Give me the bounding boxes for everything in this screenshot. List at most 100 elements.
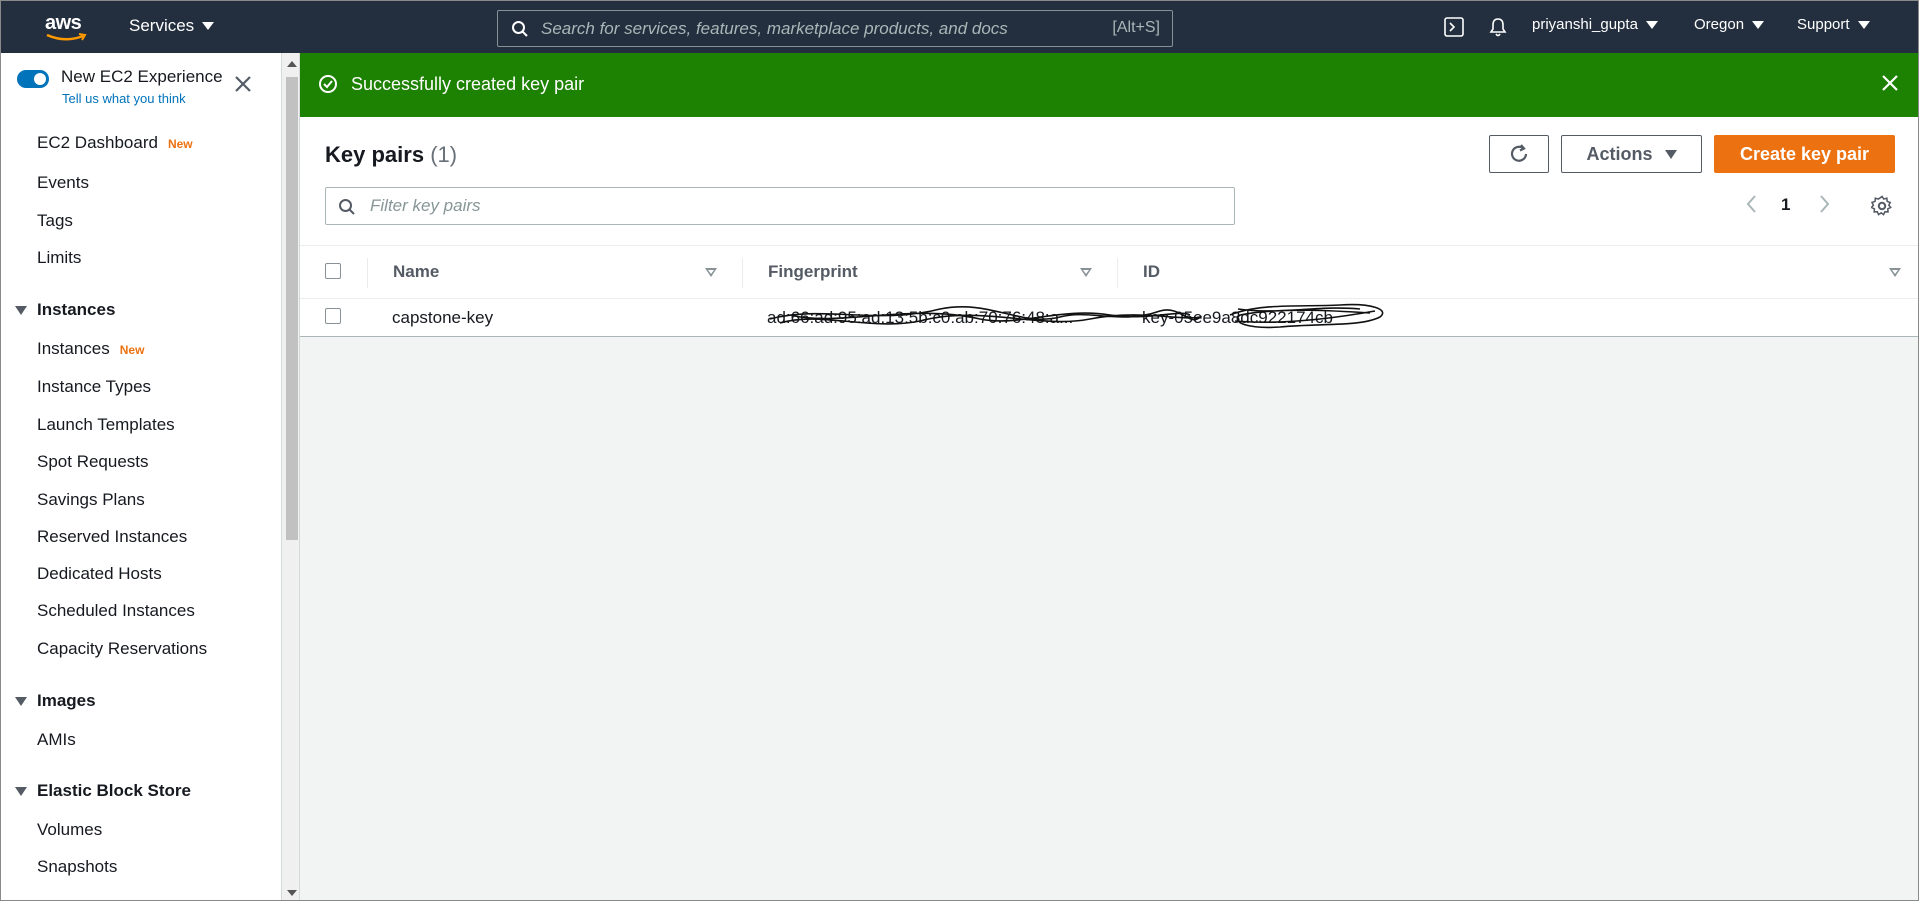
- sidebar-item-dedicated-hosts[interactable]: Dedicated Hosts: [37, 564, 162, 584]
- aws-logo-text: aws: [45, 12, 82, 34]
- support-label: Support: [1797, 16, 1850, 33]
- caret-down-icon: [202, 22, 215, 30]
- caret-down-icon: [15, 305, 27, 315]
- page-title-text: Key pairs: [325, 142, 425, 167]
- sidebar-item-label: Dedicated Hosts: [37, 564, 162, 583]
- sidebar-item-label: Tags: [37, 211, 73, 230]
- caret-down-icon: [1664, 149, 1677, 159]
- sidebar-item-label: Events: [37, 173, 89, 192]
- sidebar-item-spot-requests[interactable]: Spot Requests: [37, 452, 149, 472]
- sidebar-section-ebs[interactable]: Elastic Block Store: [15, 781, 191, 801]
- refresh-button[interactable]: [1489, 135, 1549, 173]
- caret-down-icon: [1645, 20, 1658, 29]
- app-window: aws Services [Alt+S] priya: [0, 0, 1919, 901]
- region-menu[interactable]: Oregon: [1694, 16, 1765, 33]
- sidebar-item-label: Capacity Reservations: [37, 639, 208, 658]
- key-pairs-panel: Key pairs (1) Actions Create key pair Fi…: [300, 117, 1918, 337]
- search-input[interactable]: [541, 18, 1081, 39]
- row-checkbox[interactable]: [325, 308, 341, 324]
- table-header: Name Fingerprint ID: [300, 245, 1918, 299]
- new-experience-toggle[interactable]: [17, 70, 49, 88]
- region-label: Oregon: [1694, 16, 1745, 33]
- flash-message: Successfully created key pair: [351, 74, 585, 94]
- sidebar-item-label: Instances: [37, 339, 110, 358]
- success-flashbar: Successfully created key pair: [300, 53, 1918, 117]
- filter-input[interactable]: [370, 196, 1220, 216]
- sidebar-item-amis[interactable]: AMIs: [37, 730, 76, 750]
- new-experience-title: New EC2 Experience: [61, 67, 223, 86]
- create-key-pair-button[interactable]: Create key pair: [1714, 135, 1895, 173]
- column-header-fingerprint[interactable]: Fingerprint: [768, 262, 858, 282]
- services-menu[interactable]: Services: [129, 16, 215, 36]
- sidebar-item-volumes[interactable]: Volumes: [37, 820, 102, 840]
- sort-icon[interactable]: [1080, 268, 1092, 277]
- sidebar-item-reserved-instances[interactable]: Reserved Instances: [37, 527, 187, 547]
- scroll-thumb[interactable]: [286, 77, 298, 540]
- cell-id: key-05ee9a8dc922174cb: [1142, 308, 1333, 327]
- sidebar-scrollbar[interactable]: [282, 53, 300, 900]
- sort-icon[interactable]: [1889, 268, 1901, 277]
- sidebar-item-instances[interactable]: Instances New: [37, 339, 144, 359]
- chevron-right-icon[interactable]: [1816, 193, 1832, 215]
- sidebar-item-limits[interactable]: Limits: [37, 248, 81, 268]
- sidebar: New EC2 Experience Tell us what you thin…: [1, 53, 282, 900]
- new-badge: New: [167, 136, 193, 151]
- gear-icon[interactable]: [1871, 195, 1893, 217]
- new-badge: New: [119, 342, 145, 357]
- filter-box[interactable]: [325, 187, 1235, 225]
- sidebar-item-label: AMIs: [37, 730, 76, 749]
- search-icon: [339, 199, 355, 215]
- caret-down-icon: [15, 786, 27, 796]
- search-icon: [512, 20, 528, 37]
- check-circle-icon: [319, 75, 337, 93]
- sidebar-item-label: Launch Templates: [37, 415, 175, 434]
- feedback-link[interactable]: Tell us what you think: [62, 91, 186, 106]
- close-icon[interactable]: [232, 73, 254, 95]
- sidebar-item-capacity-reservations[interactable]: Capacity Reservations: [37, 639, 207, 659]
- sidebar-item-label: Reserved Instances: [37, 527, 188, 546]
- sidebar-item-snapshots[interactable]: Snapshots: [37, 857, 117, 877]
- caret-down-icon: [1752, 20, 1765, 29]
- table-row[interactable]: capstone-key ad:66:ad:95:ad:13:5b:c0:ab:…: [300, 299, 1918, 337]
- sidebar-section-instances[interactable]: Instances: [15, 300, 115, 320]
- sidebar-item-tags[interactable]: Tags: [37, 211, 73, 231]
- close-icon[interactable]: [1880, 73, 1900, 93]
- sidebar-item-instance-types[interactable]: Instance Types: [37, 377, 151, 397]
- column-header-id[interactable]: ID: [1143, 262, 1160, 282]
- sidebar-section-title: Elastic Block Store: [37, 781, 192, 800]
- caret-down-icon: [1857, 20, 1870, 29]
- create-key-pair-label: Create key pair: [1739, 143, 1870, 164]
- sidebar-item-label: Scheduled Instances: [37, 601, 195, 620]
- cloudshell-icon[interactable]: [1444, 17, 1464, 37]
- sidebar-item-ec2-dashboard[interactable]: EC2 Dashboard New: [37, 133, 193, 153]
- bell-icon[interactable]: [1488, 17, 1508, 38]
- page-number[interactable]: 1: [1781, 195, 1790, 215]
- scroll-up-icon[interactable]: [287, 61, 297, 67]
- services-label: Services: [129, 16, 195, 35]
- sidebar-item-label: Instance Types: [37, 377, 152, 396]
- actions-button[interactable]: Actions: [1561, 135, 1702, 173]
- sidebar-section-images[interactable]: Images: [15, 691, 96, 711]
- chevron-left-icon[interactable]: [1744, 193, 1760, 215]
- cell-fingerprint: ad:66:ad:95:ad:13:5b:c0:ab:70:76:48:a...: [767, 308, 1074, 327]
- account-menu[interactable]: priyanshi_gupta: [1532, 16, 1658, 33]
- column-header-name[interactable]: Name: [393, 262, 439, 282]
- scroll-down-icon[interactable]: [287, 890, 297, 896]
- sidebar-item-label: Snapshots: [37, 857, 118, 876]
- aws-logo[interactable]: aws: [45, 13, 89, 43]
- global-search[interactable]: [Alt+S]: [497, 10, 1173, 47]
- support-menu[interactable]: Support: [1797, 16, 1870, 33]
- sidebar-item-scheduled-instances[interactable]: Scheduled Instances: [37, 601, 195, 621]
- sidebar-item-savings-plans[interactable]: Savings Plans: [37, 490, 145, 510]
- sidebar-item-launch-templates[interactable]: Launch Templates: [37, 415, 175, 435]
- username-label: priyanshi_gupta: [1532, 16, 1638, 33]
- sidebar-item-events[interactable]: Events: [37, 173, 89, 193]
- sidebar-item-label: Limits: [37, 248, 82, 267]
- select-all-checkbox[interactable]: [325, 263, 341, 279]
- item-count: (1): [430, 142, 458, 167]
- sort-icon[interactable]: [705, 268, 717, 277]
- sidebar-item-label: EC2 Dashboard: [37, 133, 158, 152]
- sidebar-section-title: Instances: [37, 300, 116, 319]
- page-title: Key pairs (1): [325, 142, 457, 168]
- actions-label: Actions: [1586, 143, 1653, 164]
